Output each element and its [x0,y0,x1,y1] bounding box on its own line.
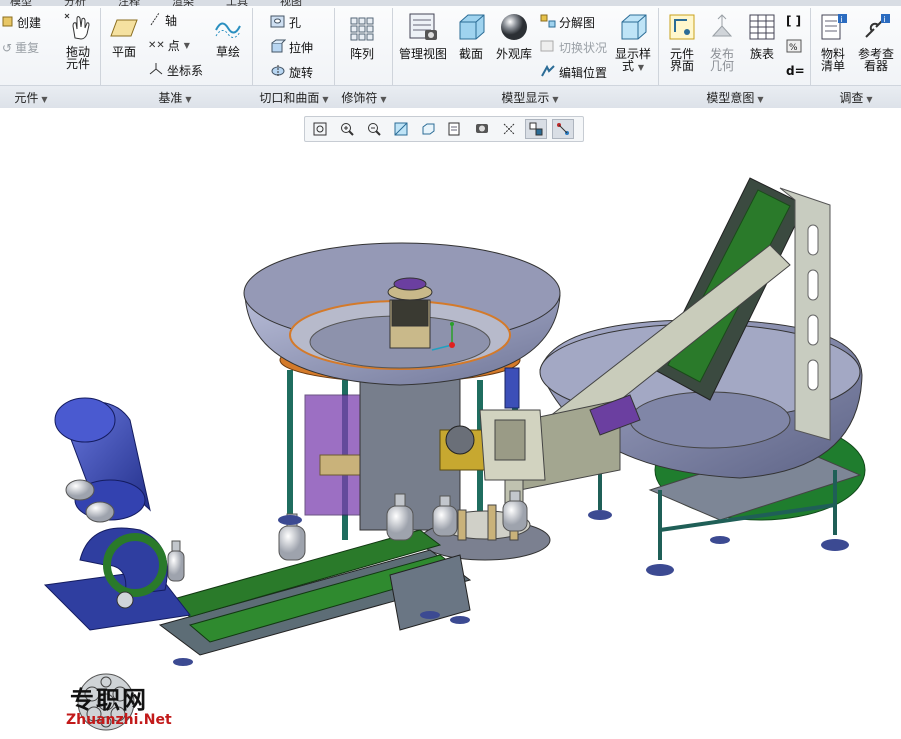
feeder-cylinder[interactable] [504,367,520,409]
create-icon [2,15,14,30]
ribbon-body: 创建 ↺ 重复 拖动 元件 平面 轴 ✕✕ 点 ▼ 坐标系 草绘 孔 拉伸 旋转… [0,6,901,104]
spin-center-icon[interactable] [525,119,547,139]
hole-icon [270,14,286,31]
brackets-icon: [ ] [786,14,802,28]
svg-text:%: % [789,43,798,53]
sketch-icon [212,16,244,42]
display-style-dropdown-icon[interactable]: ▼ [638,63,644,72]
saved-views-icon[interactable] [444,119,466,139]
hand-drag-icon [58,12,98,42]
watermark-en-text: Zhuanzhi.Net [66,712,172,728]
family-table-icon [744,12,780,44]
in-graphics-toolbar [304,116,584,142]
manage-views-button[interactable]: 管理视图 [396,12,450,60]
pattern-button[interactable]: 阵列 [342,16,382,60]
display-style-button[interactable]: 显示样 式 ▼ [612,12,654,74]
group-label-datum[interactable]: 基准 ▼ [150,89,200,106]
svg-text:i: i [884,15,886,24]
revolve-icon [270,64,286,81]
refit-icon[interactable] [309,119,331,139]
orientation-icon[interactable] [417,119,439,139]
point-button[interactable]: ✕✕ 点 ▼ [148,37,190,54]
ribbon: 创建 ↺ 重复 拖动 元件 平面 轴 ✕✕ 点 ▼ 坐标系 草绘 孔 拉伸 旋转… [0,6,901,108]
redo-button[interactable]: ↺ 重复 [2,39,39,56]
csys-button[interactable]: 坐标系 [148,62,203,79]
bom-icon: i [814,12,852,44]
family-table-button[interactable]: 族表 [744,12,780,60]
switch-dimensions-icon: % [786,39,802,56]
section-icon [454,12,488,44]
appearance-sphere-icon [492,12,536,44]
group-label-model-display[interactable]: 模型显示 ▼ [470,89,590,106]
create-button[interactable]: 创建 [2,14,41,31]
repaint-icon[interactable] [390,119,412,139]
group-label-modifiers[interactable]: 修饰符 ▼ [336,89,392,106]
sketch-button[interactable]: 草绘 [212,16,244,58]
section-button[interactable]: 截面 [454,12,488,60]
graphics-area[interactable] [0,108,901,736]
revolve-button[interactable]: 旋转 [270,64,313,81]
watermark-cn-text: 专职网 [70,685,148,714]
view-manager-icon[interactable] [471,119,493,139]
annotation-display-icon[interactable] [552,119,574,139]
component-interface-button[interactable]: 元件 界面 [662,12,702,72]
bill-of-materials-button[interactable]: i 物料 清单 [814,12,852,72]
component-interface-icon [662,12,702,44]
publish-geometry-button[interactable]: 发布 几何 [704,12,740,72]
point-dropdown-icon[interactable]: ▼ [184,41,190,50]
reference-viewer-button[interactable]: i 参考查 看器 [854,12,898,72]
axis-icon [148,12,162,29]
display-style-cube-icon [612,12,654,44]
parameters-button[interactable]: [ ] [786,14,804,28]
group-label-model-intent[interactable]: 模型意图 ▼ [690,89,780,106]
plane-icon [106,16,142,42]
toggle-status-button[interactable]: 切换状况 [540,39,607,56]
exploded-view-button[interactable]: 分解图 [540,14,595,31]
datum-display-icon[interactable] [498,119,520,139]
drag-component-button[interactable]: 拖动 元件 [58,12,98,70]
pattern-icon [342,16,382,44]
extrude-button[interactable]: 拉伸 [270,39,313,56]
group-label-component[interactable]: 元件 ▼ [6,89,56,106]
relations-icon: d= [786,64,805,78]
ribbon-group-bar: 元件 ▼ 基准 ▼ 切口和曲面 ▼ 修饰符 ▼ 模型显示 ▼ 模型意图 ▼ 调查 ▼ [0,85,901,108]
point-icon: ✕✕ [148,40,165,51]
reference-viewer-icon: i [854,12,898,44]
group-label-cut-surface[interactable]: 切口和曲面 ▼ [254,89,334,106]
hole-button[interactable]: 孔 [270,14,301,31]
exploded-view-icon [540,14,556,31]
relations-button[interactable]: d= [786,64,808,78]
plane-button[interactable]: 平面 [106,16,142,58]
switch-dimensions-button[interactable]: % [786,39,805,56]
redo-icon: ↺ [2,40,13,55]
publish-geometry-icon [704,12,740,44]
toggle-status-icon [540,39,556,56]
axis-button[interactable]: 轴 [148,12,177,29]
csys-icon [148,62,164,79]
zoom-out-icon[interactable] [363,119,385,139]
edit-position-button[interactable]: 编辑位置 [540,64,607,81]
zoom-in-icon[interactable] [336,119,358,139]
assembly-model-view[interactable] [0,108,901,736]
edit-position-icon [540,64,556,81]
extrude-icon [270,39,287,56]
svg-text:i: i [841,15,843,24]
group-label-investigate[interactable]: 调查 ▼ [826,89,886,106]
appearance-gallery-button[interactable]: 外观库 [492,12,536,60]
manage-views-icon [396,12,450,44]
